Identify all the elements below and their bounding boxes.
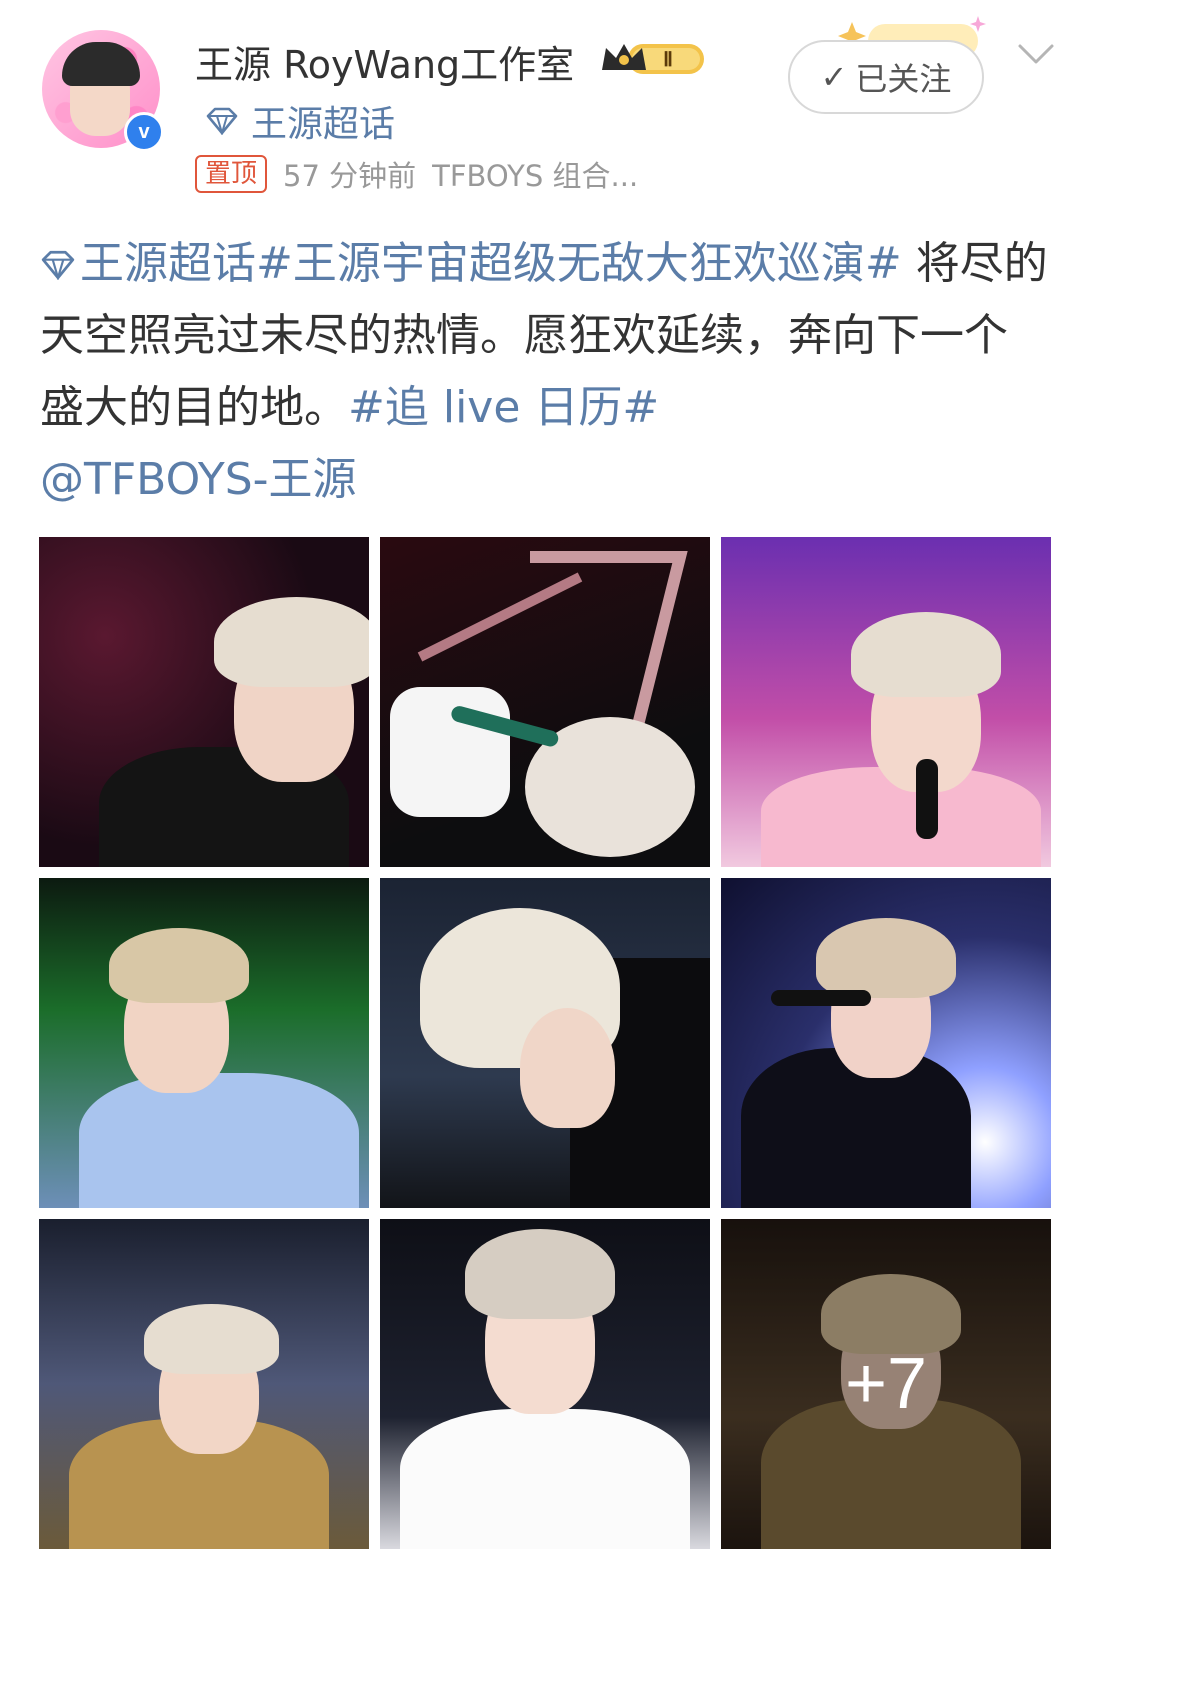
photo-figure	[109, 928, 249, 1003]
supertopic-label: 王源超话	[251, 104, 396, 145]
photo-1[interactable]	[39, 537, 369, 867]
follow-button[interactable]: ✓ 已关注	[788, 40, 984, 114]
photo-figure	[520, 1008, 615, 1128]
photo-figure	[214, 597, 369, 687]
photo-3[interactable]	[721, 537, 1051, 867]
photo-figure	[79, 1073, 359, 1208]
chevron-down-icon[interactable]	[1014, 36, 1058, 72]
diamond-icon	[206, 107, 238, 135]
more-photos-count[interactable]: +7	[721, 1219, 1051, 1549]
topic-link-live-calendar[interactable]: #追 live 日历#	[348, 382, 659, 433]
diamond-icon	[41, 250, 75, 280]
photo-figure	[400, 1409, 690, 1549]
photo-figure	[916, 759, 938, 839]
photo-5[interactable]	[380, 878, 710, 1208]
topic-link-tour[interactable]: #王源宇宙超级无敌大狂欢巡演#	[256, 238, 902, 289]
post-meta: 置顶 57 分钟前 TFBOYS 组合...	[195, 154, 638, 194]
mention-link[interactable]: @TFBOYS-王源	[40, 454, 357, 505]
verified-badge-icon: v	[124, 112, 164, 152]
topic-link-supertopic[interactable]: 王源超话	[40, 238, 256, 289]
post-text: 王源超话#王源宇宙超级无敌大狂欢巡演# 将尽的天空照亮过未尽的热情。愿狂欢延续，…	[40, 228, 1050, 516]
photo-7[interactable]	[39, 1219, 369, 1549]
pin-tag: 置顶	[195, 155, 268, 193]
photo-6[interactable]	[721, 878, 1051, 1208]
supertopic-link[interactable]: 王源超话	[205, 98, 396, 145]
photo-figure	[771, 990, 871, 1006]
photo-grid: +7	[39, 537, 1051, 1549]
post-source[interactable]: TFBOYS 组合...	[432, 153, 638, 195]
check-icon: ✓	[820, 58, 848, 96]
photo-figure	[851, 612, 1001, 697]
weibo-post-card: v 王源 RoyWang工作室 Ⅱ 王源超话 置顶 57 分钟前 TFBOYS …	[0, 0, 1179, 1698]
level-badge-text: Ⅱ	[663, 49, 673, 71]
photo-figure	[465, 1229, 615, 1319]
follow-label: 已关注	[855, 60, 952, 98]
photo-2[interactable]	[380, 537, 710, 867]
photo-figure	[816, 918, 956, 998]
topic-text-1: 王源超话	[80, 238, 256, 289]
photo-figure	[144, 1304, 279, 1374]
username[interactable]: 王源 RoyWang工作室	[195, 34, 574, 89]
photo-9[interactable]: +7	[721, 1219, 1051, 1549]
crown-icon: Ⅱ	[602, 44, 704, 74]
photo-4[interactable]	[39, 878, 369, 1208]
time-ago: 57 分钟前	[283, 159, 417, 193]
photo-figure	[390, 551, 695, 857]
avatar-hair	[62, 42, 140, 86]
photo-8[interactable]	[380, 1219, 710, 1549]
